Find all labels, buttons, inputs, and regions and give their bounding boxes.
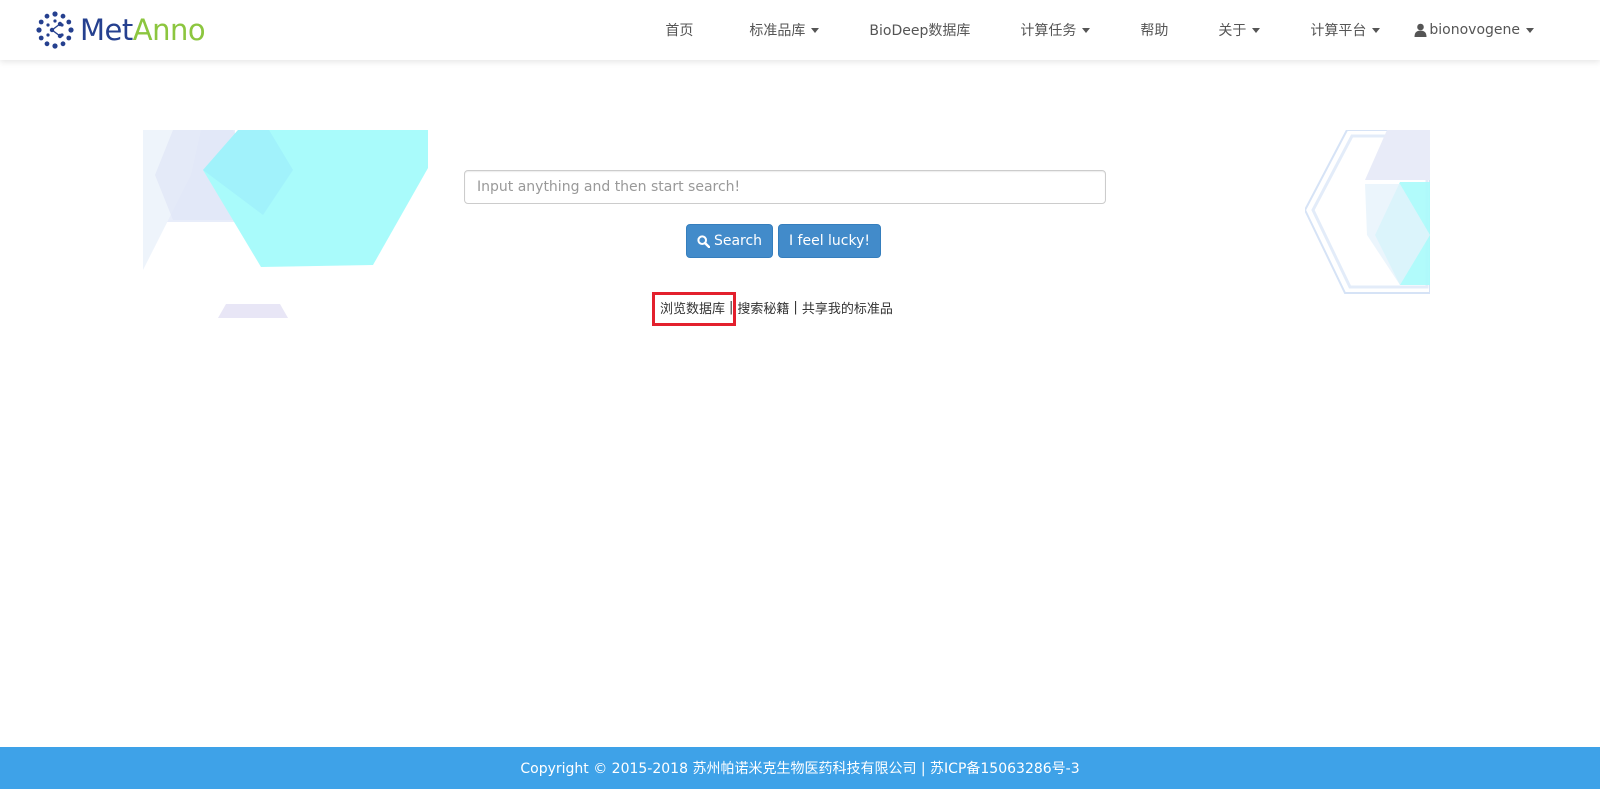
caret-down-icon [1082, 27, 1091, 33]
search-tips-link[interactable]: 搜索秘籍 [737, 298, 789, 317]
quick-links: 浏览数据库 | 搜索秘籍 | 共享我的标准品 [660, 297, 893, 317]
search-input[interactable] [464, 170, 1106, 204]
caret-down-icon [1372, 27, 1381, 33]
nav-home[interactable]: 首页 [665, 0, 693, 60]
footer-copyright: Copyright © 2015-2018 苏州帕诺米克生物医药科技有限公司 |… [520, 761, 1080, 777]
brand-logo[interactable]: MetAnno [36, 11, 206, 49]
link-separator: | [793, 299, 798, 315]
nav-biodeep[interactable]: BioDeep数据库 [869, 0, 970, 60]
search-button[interactable]: Search [686, 224, 773, 258]
link-separator: | [729, 299, 734, 315]
main-nav: 首页 标准品库 BioDeep数据库 计算任务 帮助 关于 计算平台 biono… [665, 0, 1600, 60]
footer: Copyright © 2015-2018 苏州帕诺米克生物医药科技有限公司 |… [0, 747, 1600, 789]
nav-tasks-dropdown[interactable]: 计算任务 [1020, 0, 1091, 60]
logo-icon [36, 11, 74, 49]
nav-standards-dropdown[interactable]: 标准品库 [749, 0, 820, 60]
brand-name: MetAnno [80, 12, 206, 47]
nav-about-dropdown[interactable]: 关于 [1218, 0, 1261, 60]
browse-database-link[interactable]: 浏览数据库 [660, 298, 725, 317]
caret-down-icon [811, 27, 820, 33]
caret-down-icon [1526, 27, 1534, 33]
caret-down-icon [1252, 27, 1261, 33]
lucky-button[interactable]: I feel lucky! [778, 224, 881, 258]
share-standards-link[interactable]: 共享我的标准品 [802, 298, 893, 317]
navbar: MetAnno 首页 标准品库 BioDeep数据库 计算任务 帮助 关于 计算… [0, 0, 1600, 60]
search-icon [697, 234, 710, 248]
user-icon [1414, 23, 1427, 37]
decorative-hexagons-left [143, 130, 428, 318]
decorative-hexagons-right [1305, 130, 1430, 294]
user-menu-dropdown[interactable]: bionovogene [1414, 0, 1534, 60]
nav-platform-dropdown[interactable]: 计算平台 [1310, 0, 1381, 60]
nav-help[interactable]: 帮助 [1140, 0, 1168, 60]
